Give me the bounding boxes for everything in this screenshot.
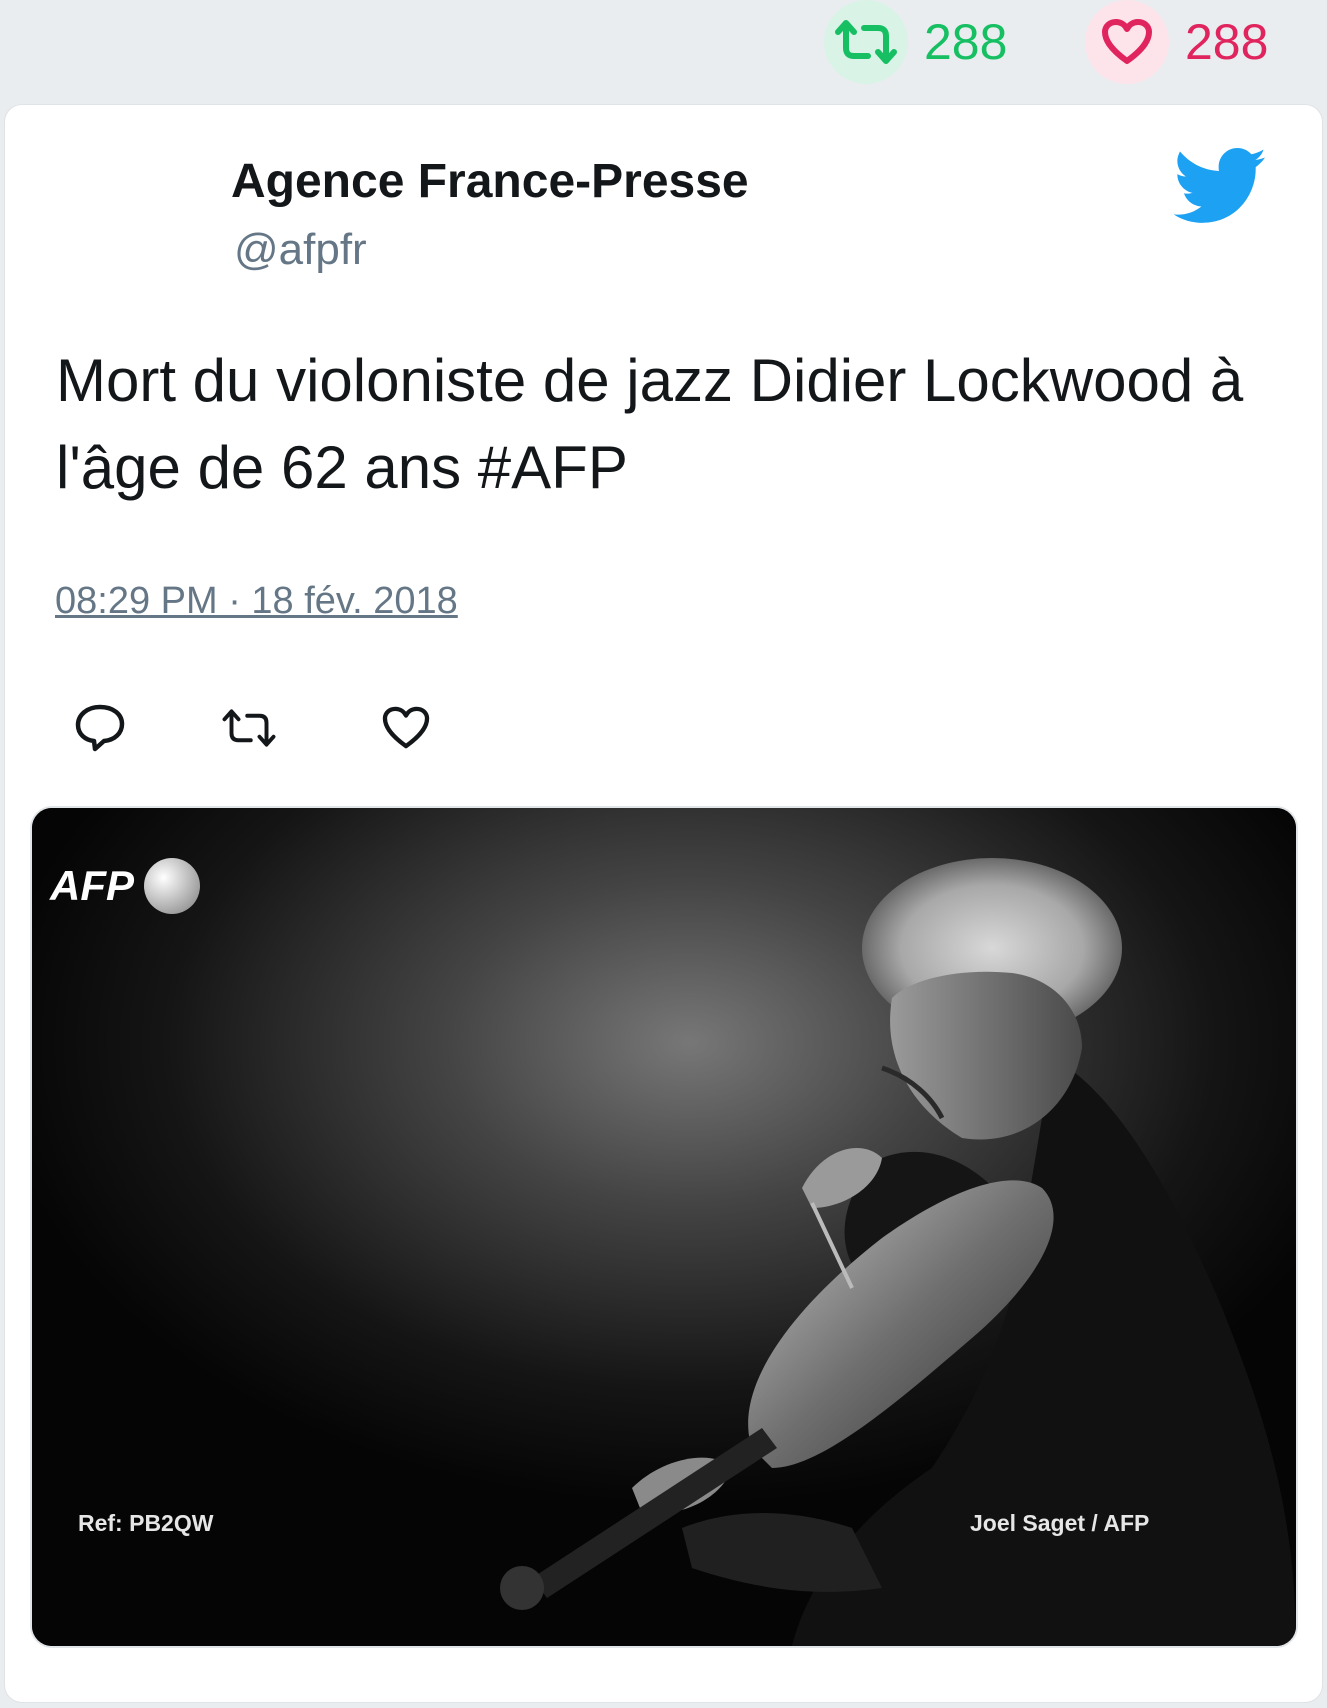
heart-icon[interactable] [1085, 0, 1169, 84]
afp-logo: AFP [49, 858, 200, 914]
reply-icon[interactable] [72, 700, 128, 756]
tweet-text: Mort du violoniste de jazz Didier Lockwo… [56, 347, 1244, 501]
tweet-photo[interactable]: AFP Ref: PB2QW Joel Saget / AFP [30, 806, 1298, 1648]
like-stat[interactable]: 288 [1085, 0, 1268, 84]
photo-ref: Ref: PB2QW [78, 1510, 214, 1536]
retweet-count: 288 [924, 14, 1008, 70]
svg-text:AFP: AFP [49, 862, 135, 909]
engagement-bar: 288 288 [0, 0, 1327, 100]
retweet-stat[interactable]: 288 [824, 0, 1007, 84]
retweet-icon[interactable] [824, 0, 908, 84]
photo-credit: Joel Saget / AFP [970, 1510, 1150, 1536]
twitter-bird-icon[interactable] [1173, 148, 1268, 224]
like-icon[interactable] [378, 700, 434, 756]
tweet-timestamp[interactable]: 08:29 PM · 18 fév. 2018 [55, 582, 458, 620]
author-name[interactable]: Agence France-Presse [231, 158, 749, 206]
like-count: 288 [1185, 14, 1269, 70]
retweet-action-icon[interactable] [221, 700, 277, 756]
author-handle[interactable]: @afpfr [234, 228, 367, 272]
